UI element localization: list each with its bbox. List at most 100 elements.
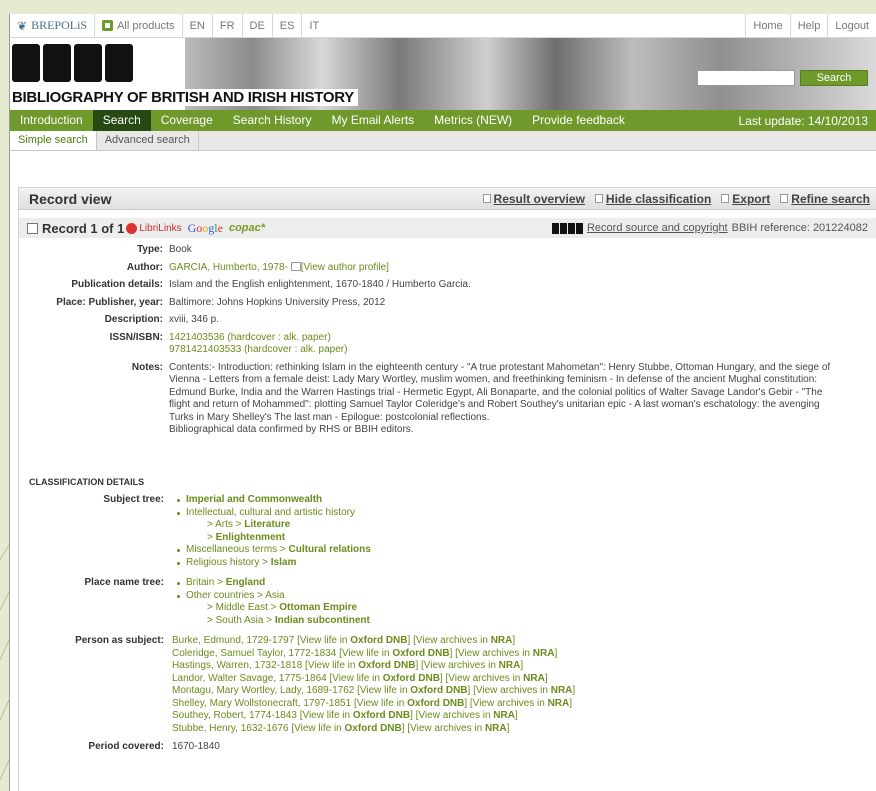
view-life-link[interactable]: [View life in [291,723,344,734]
place-england[interactable]: England [226,577,265,588]
view-archives-link[interactable]: [View archives in [443,673,523,684]
person-link[interactable]: Coleridge, Samuel Taylor, 1772-1834 [172,648,336,659]
subject-cultural-relations[interactable]: Cultural relations [289,544,371,555]
export-link[interactable]: Export [721,192,770,206]
nra-link[interactable]: NRA [533,648,555,659]
panel-header: Record view Result overview Hide classif… [19,188,876,210]
person-subject-item: Montagu, Mary Wortley, Lady, 1689-1762 [… [172,685,876,698]
view-life-link[interactable]: [View life in [357,685,410,696]
oxford-dnb-link[interactable]: Oxford DNB [358,660,415,671]
result-overview-link[interactable]: Result overview [482,192,585,206]
nav-search[interactable]: Search [92,110,151,131]
hide-classification-link[interactable]: Hide classification [594,192,711,206]
view-archives-link[interactable]: [View archives in [452,648,532,659]
person-link[interactable]: Landor, Walter Savage, 1775-1864 [172,673,327,684]
home-link[interactable]: Home [745,14,789,38]
isbn-link-1[interactable]: 1421403536 (hardcover : alk. paper) [169,332,869,345]
nra-link[interactable]: NRA [491,635,513,646]
record-checkbox[interactable] [27,222,38,234]
person-subject-item: Landor, Walter Savage, 1775-1864 [View l… [172,673,876,686]
oxford-dnb-link[interactable]: Oxford DNB [410,685,467,696]
view-archives-link[interactable]: [View archives in [418,660,498,671]
librilinks-link[interactable]: LibriLinks [126,222,182,234]
logout-link[interactable]: Logout [827,14,876,38]
subject-islam[interactable]: Islam [271,557,297,568]
nav-email-alerts[interactable]: My Email Alerts [321,110,424,131]
lang-es[interactable]: ES [273,14,303,38]
tab-advanced-search[interactable]: Advanced search [97,131,199,150]
quick-search-button[interactable]: Search [800,70,868,86]
person-link[interactable]: Burke, Edmund, 1729-1797 [172,635,294,646]
nra-link[interactable]: NRA [485,723,507,734]
record-bar: Record 1 of 1 LibriLinks Google copac* R… [19,218,876,238]
copac-link[interactable]: copac* [229,222,265,234]
nra-link[interactable]: NRA [548,698,570,709]
person-subject-item: Hastings, Warren, 1732-1818 [View life i… [172,660,876,673]
period-covered: 1670-1840 [172,741,220,752]
oxford-dnb-link[interactable]: Oxford DNB [392,648,449,659]
nra-link[interactable]: NRA [551,685,573,696]
view-author-profile-link[interactable]: [View author profile] [301,262,389,273]
oxford-dnb-link[interactable]: Oxford DNB [407,698,464,709]
tab-simple-search[interactable]: Simple search [10,131,97,150]
bracket: ] [569,697,573,709]
nra-link[interactable]: NRA [523,673,545,684]
publication-details: Islam and the English enlightenment, 167… [169,279,471,290]
nav-search-history[interactable]: Search History [223,110,322,131]
help-link[interactable]: Help [789,14,828,38]
author-link[interactable]: GARCIA, Humberto, 1978- [169,262,288,273]
place-asia[interactable]: Other countries > Asia [186,590,285,601]
subject-enlightenment[interactable]: Enlightenment [216,532,285,543]
view-archives-link[interactable]: [View archives in [413,710,493,721]
view-life-link[interactable]: [View life in [300,710,353,721]
author-profile-icon [290,262,301,272]
subject-intellectual[interactable]: Intellectual, cultural and artistic hist… [186,507,355,518]
all-products-link[interactable]: All products [95,14,183,38]
subject-literature[interactable]: Literature [244,519,290,530]
subject-imperial[interactable]: Imperial and Commonwealth [186,494,322,505]
refine-search-link[interactable]: Refine search [780,192,870,206]
view-life-link[interactable]: [View life in [297,635,350,646]
view-archives-link[interactable]: [View archives in [470,685,550,696]
bracket: ] [514,710,518,721]
person-link[interactable]: Hastings, Warren, 1732-1818 [172,660,302,671]
bracket: ] [512,635,516,646]
isbn-link-2[interactable]: 9781421403533 (hardcover : alk. paper) [169,344,869,357]
nav-coverage[interactable]: Coverage [151,110,223,131]
view-archives-link[interactable]: [View archives in [410,635,490,646]
person-link[interactable]: Stubbe, Henry, 1632-1676 [172,723,289,734]
record-source-link[interactable]: Record source and copyright [587,222,728,234]
tree-icon [594,194,603,203]
view-life-link[interactable]: [View life in [305,660,358,671]
lang-it[interactable]: IT [302,14,326,38]
google-link[interactable]: Google [188,221,223,236]
nav-introduction[interactable]: Introduction [10,110,93,131]
nra-link[interactable]: NRA [499,660,521,671]
view-life-link[interactable]: [View life in [354,698,407,709]
view-archives-link[interactable]: [View archives in [467,698,547,709]
person-link[interactable]: Shelley, Mary Wollstonecraft, 1797-1851 [172,698,351,709]
view-life-link[interactable]: [View life in [339,648,392,659]
oxford-dnb-link[interactable]: Oxford DNB [383,673,440,684]
view-archives-link[interactable]: [View archives in [405,723,485,734]
place-indian-subcontinent[interactable]: Indian subcontinent [275,615,370,626]
brepolis-logo[interactable]: ❦ BREPOLiS [10,14,96,38]
person-subject-item: Burke, Edmund, 1729-1797 [View life in O… [172,635,876,648]
publisher: Baltimore: Johns Hopkins University Pres… [169,296,386,308]
oxford-dnb-link[interactable]: Oxford DNB [353,710,410,721]
quick-search-input[interactable] [697,70,795,86]
lang-de[interactable]: DE [243,14,273,38]
nav-metrics[interactable]: Metrics (NEW) [424,110,522,131]
oxford-dnb-link[interactable]: Oxford DNB [345,723,402,734]
place-ottoman-empire[interactable]: Ottoman Empire [279,602,357,613]
bracket: ] [506,722,510,734]
nav-feedback[interactable]: Provide feedback [522,110,635,131]
record-details: Type: Book Author: GARCIA, Humberto, 1978-… [19,244,869,437]
lang-fr[interactable]: FR [213,14,243,38]
oxford-dnb-link[interactable]: Oxford DNB [350,635,407,646]
person-link[interactable]: Southey, Robert, 1774-1843 [172,710,297,721]
view-life-link[interactable]: [View life in [330,673,383,684]
lang-en[interactable]: EN [183,14,213,38]
nra-link[interactable]: NRA [493,710,515,721]
person-link[interactable]: Montagu, Mary Wortley, Lady, 1689-1762 [172,685,354,696]
